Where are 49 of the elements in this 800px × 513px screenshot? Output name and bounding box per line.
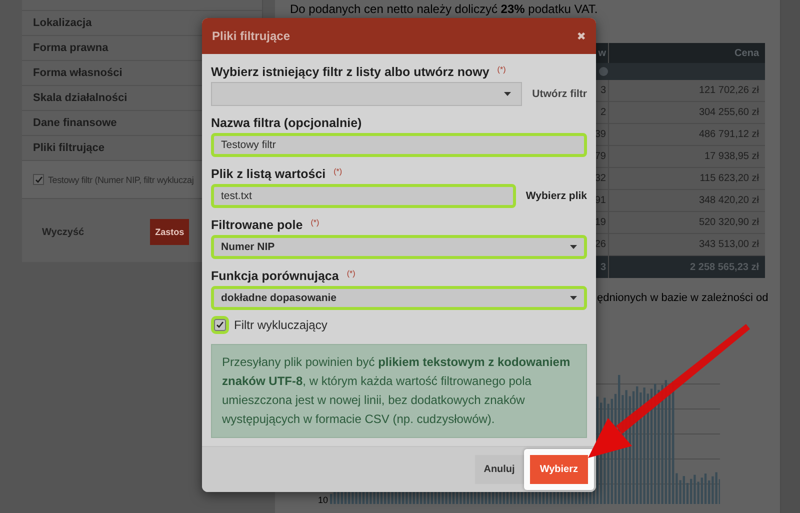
select-field[interactable]: dokładne dopasowanie [211, 286, 587, 310]
apply-button[interactable]: Zastos [150, 219, 190, 245]
checkbox[interactable] [33, 174, 44, 185]
sidebar-item[interactable]: Forma własności [33, 67, 122, 79]
sidebar-item[interactable]: Pliki filtrujące [33, 142, 105, 154]
required-mark: (*) [334, 167, 342, 176]
action-button[interactable]: Utwórz filtr [530, 88, 587, 100]
table-cell-text: 520 320,90 zł [698, 217, 760, 228]
sidebar-item[interactable]: Dane finansowe [33, 117, 117, 129]
table-cell-text: 115 623,20 zł [698, 173, 760, 184]
field-label: Funkcja porównująca [211, 269, 339, 283]
checkbox[interactable] [214, 319, 226, 331]
table-cell-text: 17 938,95 zł [704, 151, 760, 162]
sidebar-item[interactable]: Lokalizacja [33, 17, 92, 29]
info-icon[interactable] [599, 67, 608, 76]
confirm-button[interactable]: Wybierz [530, 455, 588, 484]
column-header: Cena [734, 48, 760, 58]
caret-icon [504, 92, 512, 96]
field-label: Nazwa filtra (opcjonalnie) [211, 116, 362, 130]
table-cell-text: 343 513,00 zł [698, 239, 760, 250]
filter-label: Testowy filtr (Numer NIP, filtr wykluczaj [48, 174, 194, 184]
select-field[interactable]: Numer NIP [211, 235, 587, 259]
action-button[interactable]: Wybierz plik [524, 190, 587, 202]
select-field[interactable] [211, 82, 522, 106]
required-mark: (*) [346, 269, 356, 278]
clear-button[interactable]: Wyczyść [36, 226, 90, 238]
caret-icon [570, 245, 577, 249]
field-label: Plik z listą wartości [211, 167, 326, 181]
table-cell-text: 348 420,20 zł [698, 195, 760, 206]
vat-note: Do podanych cen netto należy doliczyć 23% podatku VAT. [290, 2, 599, 16]
checkbox-label: Filtr wykluczający [234, 318, 328, 332]
sidebar-item[interactable]: Skala działalności [33, 92, 128, 104]
description-text: ędnionych w bazie w zależności od [597, 292, 770, 304]
table-cell-text: 486 791,12 zł [698, 129, 760, 140]
sidebar-item[interactable]: Forma prawna [33, 42, 108, 54]
axis-label: 10 [318, 495, 328, 505]
required-mark: (*) [310, 218, 320, 227]
info-message: Przesyłany plik powinien być plikiem tekstowym z kodowaniem znaków UTF-8, w którym każda wartość filtrowanego pola umieszczona jest w nowej linii, bez dodatkowych znaków występujących w formacie CSV (np. cudzysłowów). [211, 344, 587, 438]
table-cell-text: 121 702,26 zł [698, 85, 760, 96]
cancel-button[interactable]: Anuluj [474, 455, 524, 484]
close-button[interactable]: ✖ [576, 30, 586, 42]
caret-icon [570, 296, 577, 300]
field-label: Wybierz istniejący filtr z listy albo utwórz nowy [211, 65, 490, 79]
dialog-title: Pliki filtrujące [212, 29, 290, 43]
field-label: Filtrowane pole [211, 218, 303, 232]
input-field[interactable]: test.txt [211, 184, 516, 208]
required-mark: (*) [497, 65, 506, 74]
table-cell-text: 304 255,60 zł [698, 107, 760, 118]
input-field[interactable]: Testowy filtr [211, 133, 587, 157]
